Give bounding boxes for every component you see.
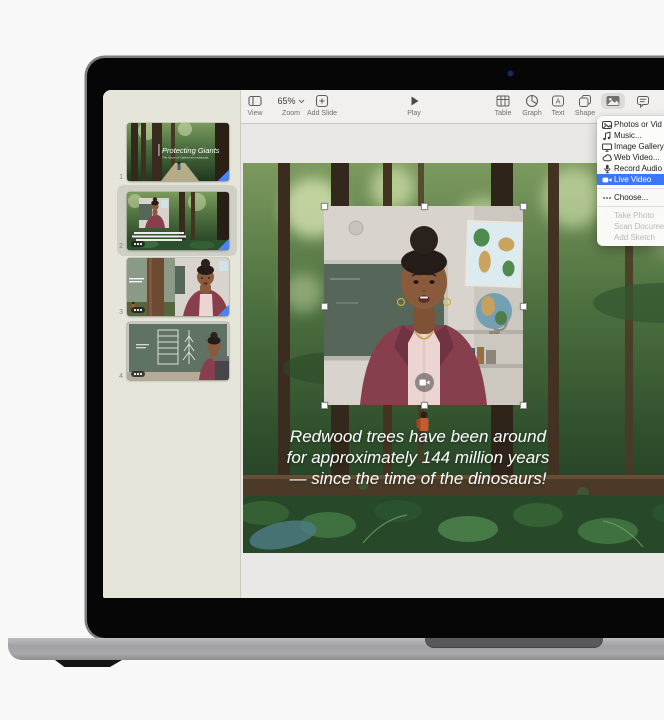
lid-notch xyxy=(425,638,603,648)
page-background: 1 xyxy=(0,0,664,720)
slide-navigator: 1 xyxy=(103,90,241,598)
media-dropdown-menu: Photos or Vid Music... Image Gallery xyxy=(597,116,664,246)
live-video-icon xyxy=(602,175,614,185)
media-badge xyxy=(131,371,145,377)
menu-item-take-photo: Take Photo xyxy=(597,210,664,221)
text-button[interactable]: A Text xyxy=(544,93,572,117)
macbook-foot-shadow xyxy=(55,660,122,667)
selection-handle-w[interactable] xyxy=(321,303,328,310)
selection-handle-e[interactable] xyxy=(520,303,527,310)
menu-item-add-sketch: Add Sketch xyxy=(597,232,664,243)
caption-line: for approximately 144 million years xyxy=(243,447,593,468)
menu-separator xyxy=(597,188,664,189)
table-icon xyxy=(488,93,518,109)
menu-item-image-gallery[interactable]: Image Gallery xyxy=(597,141,664,152)
music-note-icon xyxy=(602,131,614,141)
view-button[interactable]: View xyxy=(242,93,268,117)
caption-line: — since the time of the dinosaurs! xyxy=(243,468,593,489)
selection-handle-n[interactable] xyxy=(421,203,428,210)
menu-item-record-audio[interactable]: Record Audio xyxy=(597,163,664,174)
slide1-title: Protecting Giants xyxy=(162,146,220,155)
transition-corner-icon xyxy=(218,239,229,250)
menu-item-scan-documents: Scan Documents xyxy=(597,221,664,232)
media-icon xyxy=(601,93,625,109)
ellipsis-icon xyxy=(602,193,614,203)
menu-item-music[interactable]: Music... xyxy=(597,130,664,141)
play-icon xyxy=(399,93,429,109)
live-video-badge xyxy=(415,373,434,392)
photo-icon xyxy=(602,120,614,130)
keynote-window: 1 xyxy=(103,90,664,598)
chart-icon xyxy=(517,93,547,109)
slide-number: 1 xyxy=(107,174,123,181)
media-badge xyxy=(131,307,145,313)
selection-handle-s[interactable] xyxy=(421,402,428,409)
add-slide-icon xyxy=(303,93,341,109)
live-video-object[interactable] xyxy=(324,206,523,405)
menu-separator xyxy=(597,206,664,207)
slide1-preview: Protecting Giants The future of Californ… xyxy=(127,123,229,181)
slide-number: 4 xyxy=(107,373,123,380)
transition-corner-icon xyxy=(218,170,229,181)
webcam-icon xyxy=(508,71,513,76)
table-button[interactable]: Table xyxy=(488,93,518,117)
slide1-subtitle: The future of California's redwoods xyxy=(162,156,209,160)
slide-number: 2 xyxy=(107,243,123,250)
macbook-base xyxy=(8,638,664,660)
menu-item-photos[interactable]: Photos or Vid xyxy=(597,119,664,130)
slide-caption-textbox[interactable]: Redwood trees have been around for appro… xyxy=(243,426,593,489)
comment-icon xyxy=(629,93,657,109)
selection-handle-ne[interactable] xyxy=(520,203,527,210)
zoom-value: 65% xyxy=(277,96,295,106)
display-icon xyxy=(602,142,614,152)
video-camera-icon xyxy=(419,378,430,387)
media-badge xyxy=(131,241,145,247)
menu-item-live-video[interactable]: Live Video xyxy=(597,174,664,185)
graph-button[interactable]: Graph xyxy=(517,93,547,117)
menu-item-choose[interactable]: Choose... xyxy=(597,192,664,203)
shape-icon xyxy=(571,93,599,109)
slide-number: 3 xyxy=(107,309,123,316)
caption-line: Redwood trees have been around xyxy=(243,426,593,447)
slide-thumbnail-3[interactable] xyxy=(127,258,229,316)
sidebar-view-icon xyxy=(242,93,268,109)
selection-handle-se[interactable] xyxy=(520,402,527,409)
microphone-icon xyxy=(602,164,614,174)
play-button[interactable]: Play xyxy=(399,93,429,117)
menu-item-web-video[interactable]: Web Video... xyxy=(597,152,664,163)
macbook-screen-bezel: 1 xyxy=(87,58,664,638)
cloud-icon xyxy=(602,153,614,163)
svg-text:A: A xyxy=(556,99,561,106)
media-button[interactable] xyxy=(599,93,627,109)
text-icon: A xyxy=(544,93,572,109)
slide-thumbnail-2[interactable] xyxy=(127,192,229,250)
selection-handle-sw[interactable] xyxy=(321,402,328,409)
add-slide-button[interactable]: Add Slide xyxy=(303,93,341,117)
comment-button[interactable] xyxy=(629,93,657,109)
slide-thumbnail-1[interactable]: Protecting Giants The future of Californ… xyxy=(127,123,229,181)
slide-thumbnail-4[interactable] xyxy=(127,322,229,380)
transition-corner-icon xyxy=(218,305,229,316)
selection-handle-nw[interactable] xyxy=(321,203,328,210)
shape-button[interactable]: Shape xyxy=(571,93,599,117)
